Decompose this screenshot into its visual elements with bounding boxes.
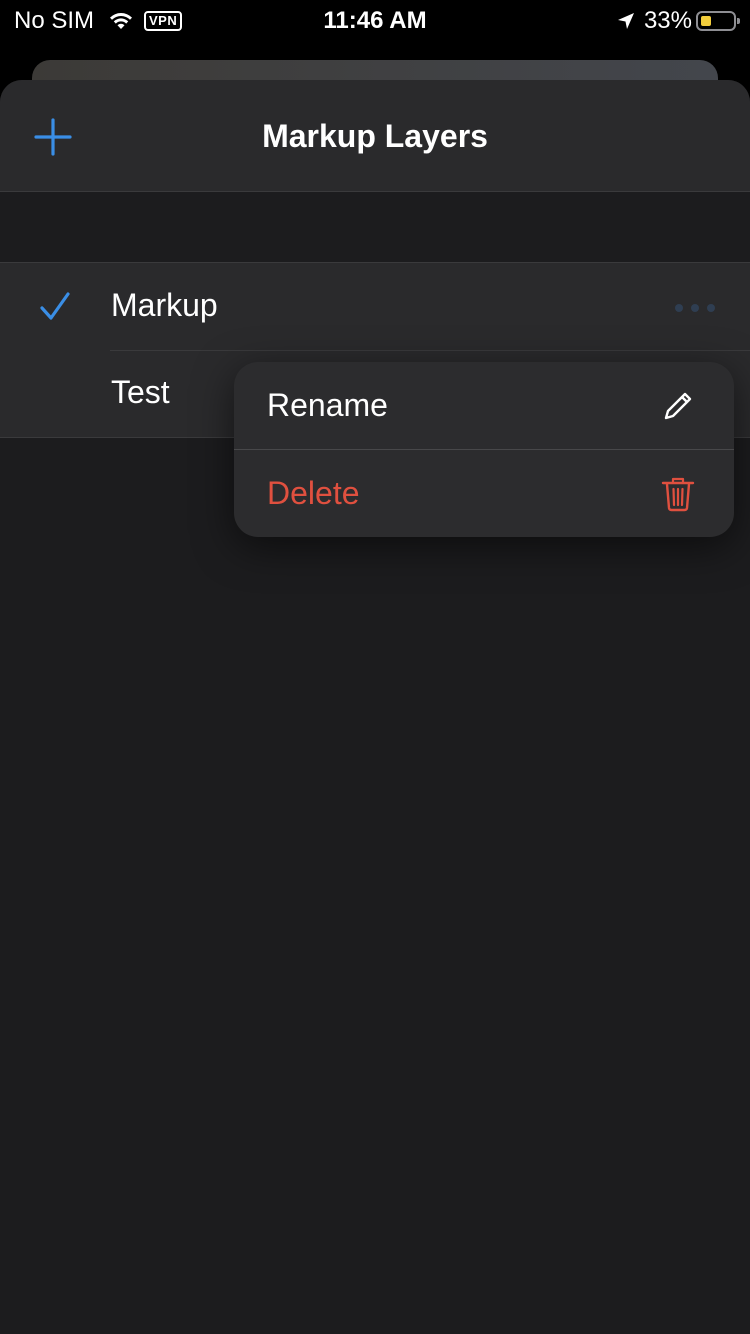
checkmark-icon (40, 292, 70, 320)
layer-label: Test (111, 374, 170, 410)
delete-menu-item[interactable]: Delete (234, 449, 734, 537)
status-bar: No SIM VPN 11:46 AM 33% (0, 0, 750, 40)
layer-label: Markup (111, 287, 218, 323)
battery-cap (737, 18, 740, 24)
rename-label: Rename (267, 387, 388, 423)
markup-layers-sheet: Markup Layers Markup Test (0, 80, 750, 1334)
more-options-icon[interactable] (674, 303, 716, 313)
location-arrow-icon (617, 13, 634, 29)
pencil-icon (664, 392, 692, 420)
battery-icon (696, 11, 740, 31)
section-gap (0, 192, 750, 262)
battery-percent: 33% (643, 7, 692, 34)
context-menu: Rename Delete (234, 362, 734, 537)
sheet-header: Markup Layers (0, 80, 750, 192)
battery-fill (701, 16, 711, 26)
trash-icon (661, 477, 695, 512)
rename-menu-item[interactable]: Rename (234, 362, 734, 449)
status-right: 33% (616, 7, 740, 35)
page-title: Markup Layers (262, 118, 488, 154)
delete-label: Delete (267, 475, 360, 511)
screen: No SIM VPN 11:46 AM 33% Markup Layers Ma… (0, 0, 750, 1334)
layer-row-markup[interactable]: Markup (0, 263, 750, 350)
